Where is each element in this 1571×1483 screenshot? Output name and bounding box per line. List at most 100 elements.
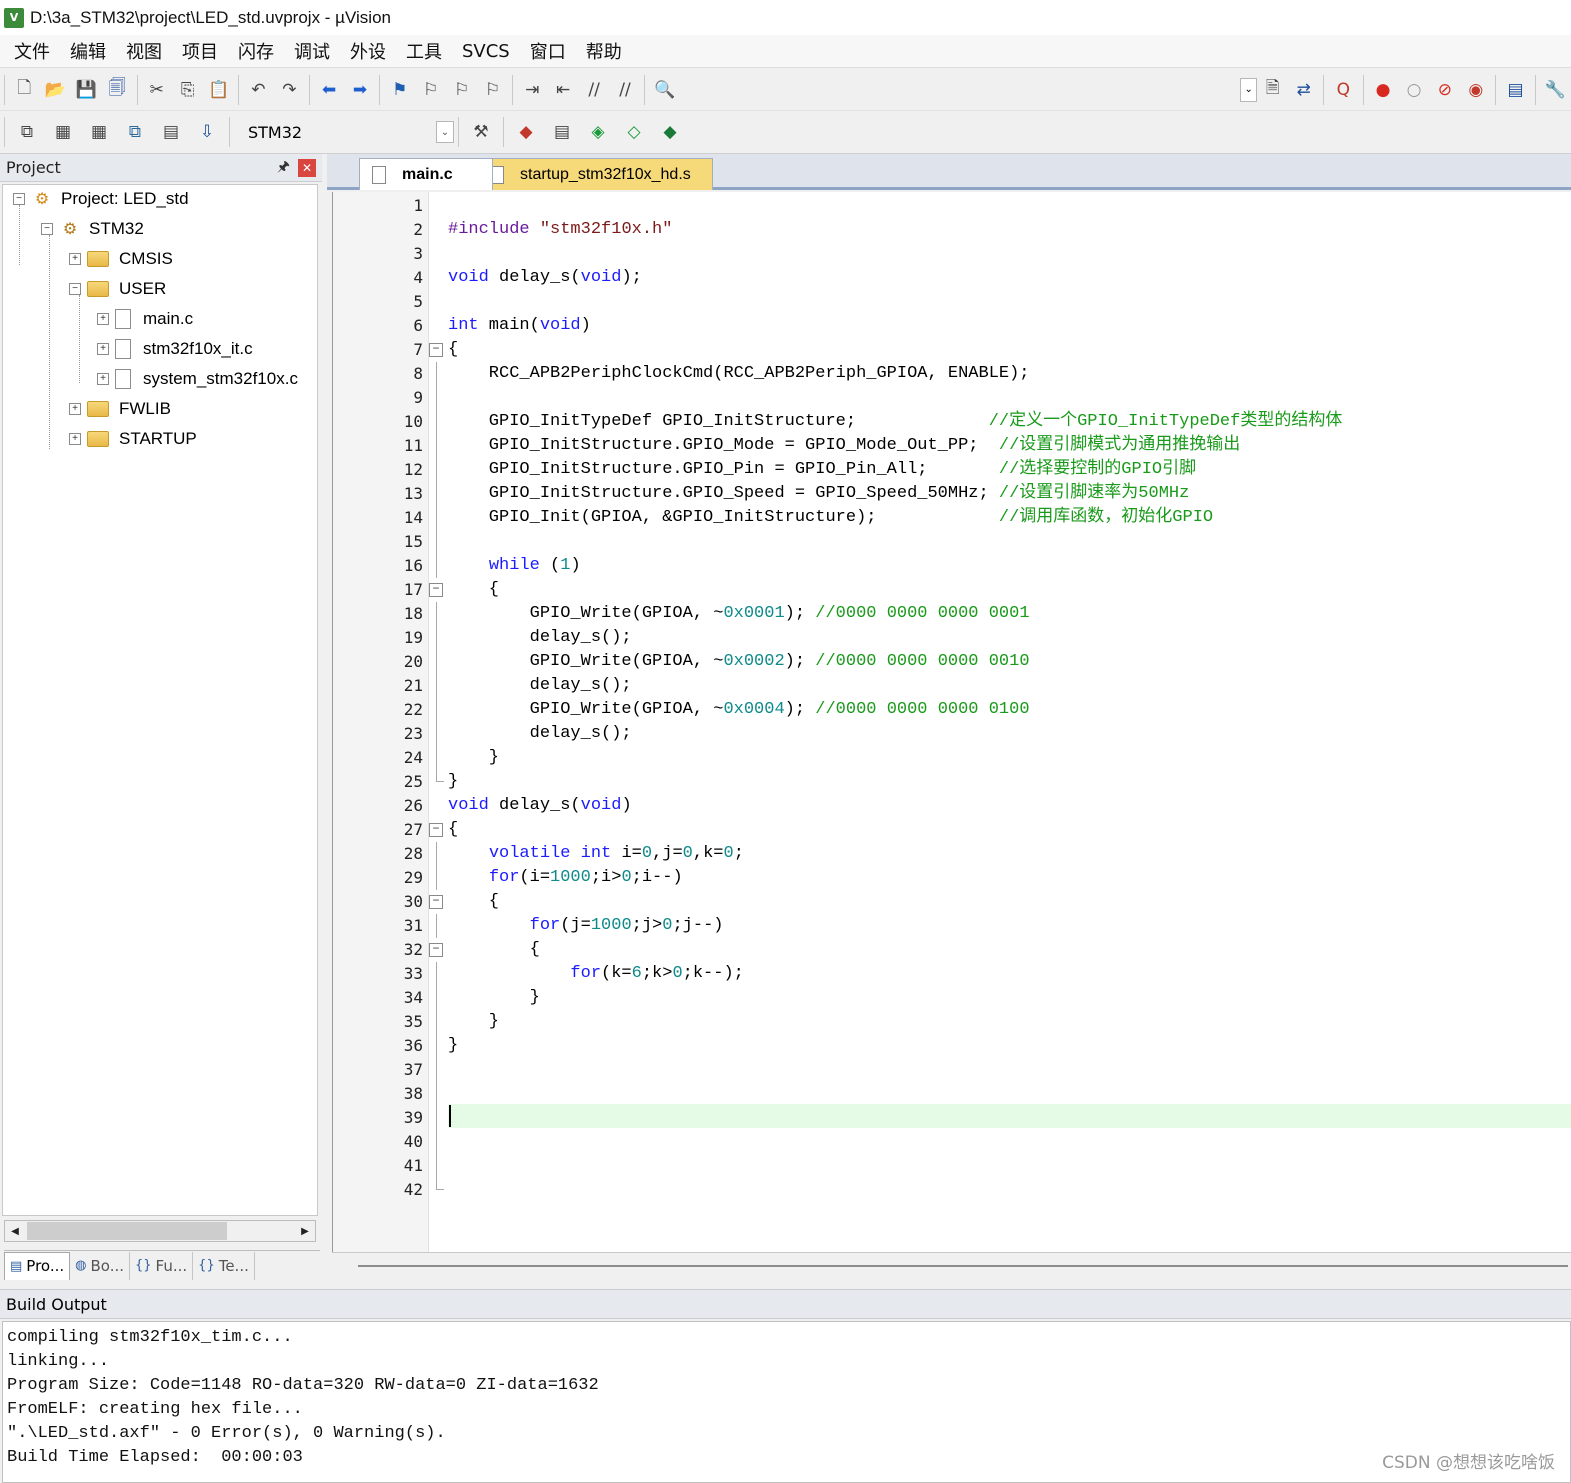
pack-installer-icon[interactable]: ▤ <box>547 117 577 147</box>
tab-startup-file[interactable]: startup_stm32f10x_hd.s <box>477 158 713 190</box>
unindent-icon[interactable]: ⇤ <box>551 75 576 105</box>
expand-icon[interactable]: + <box>69 403 81 415</box>
expand-icon[interactable]: + <box>97 343 109 355</box>
next-bookmark-icon[interactable]: ⚐ <box>449 75 474 105</box>
menu-item[interactable]: 工具 <box>396 38 452 64</box>
panel-tab-0[interactable]: ▤ Pro... <box>4 1251 71 1280</box>
clear-bookmarks-icon[interactable]: ⚐ <box>480 75 505 105</box>
scroll-left-icon[interactable]: ◀ <box>5 1221 25 1241</box>
collapse-icon[interactable]: − <box>69 283 81 295</box>
menu-item[interactable]: 窗口 <box>520 38 576 64</box>
find-dropdown[interactable]: ⌄ <box>1240 77 1258 102</box>
horizontal-scrollbar[interactable]: ◀ ▶ <box>4 1220 316 1242</box>
menu-item[interactable]: 文件 <box>4 38 60 64</box>
redo-icon[interactable]: ↷ <box>277 75 302 105</box>
tree-item-project-led-std[interactable]: − ⚙ Project: LED_std <box>13 185 189 213</box>
select-packs-icon[interactable]: ◈ <box>583 117 613 147</box>
new-file-icon[interactable]: 🗋 <box>12 75 37 105</box>
nav-forward-icon[interactable]: ➡ <box>348 75 373 105</box>
uncomment-icon[interactable]: // <box>613 75 638 105</box>
chevron-down-icon[interactable]: ⌄ <box>436 121 454 143</box>
build-output-log[interactable]: compiling stm32f10x_tim.c... linking... Pr… <box>2 1321 1571 1483</box>
code-line: 22 GPIO_Write(GPIOA, ~0x0004); //0000 00… <box>333 698 1571 722</box>
panel-tab-3[interactable]: {} Te... <box>193 1251 255 1280</box>
collapse-icon[interactable]: − <box>429 343 443 357</box>
collapse-icon[interactable]: − <box>13 193 25 205</box>
tree-item-user[interactable]: − USER <box>69 275 166 303</box>
menu-item[interactable]: 视图 <box>116 38 172 64</box>
expand-icon[interactable]: + <box>69 253 81 265</box>
nav-back-icon[interactable]: ⬅ <box>317 75 342 105</box>
expand-icon[interactable]: + <box>97 313 109 325</box>
expand-icon[interactable]: + <box>69 433 81 445</box>
menu-item[interactable]: 外设 <box>340 38 396 64</box>
cut-icon[interactable]: ✂ <box>144 75 169 105</box>
scroll-track[interactable] <box>358 1265 1568 1267</box>
panel-tab-2[interactable]: {} Fu... <box>130 1251 194 1280</box>
paste-icon[interactable]: 📋 <box>206 75 231 105</box>
open-file-icon[interactable]: 📂 <box>43 75 68 105</box>
close-icon[interactable]: ✕ <box>298 158 316 177</box>
menu-item[interactable]: 项目 <box>172 38 228 64</box>
target-select[interactable]: STM32 ⌄ <box>242 118 454 146</box>
fold-guide <box>436 530 437 554</box>
scroll-thumb[interactable] <box>27 1222 227 1240</box>
debug-find-icon[interactable]: 🗎 <box>1260 75 1285 105</box>
menu-item[interactable]: 闪存 <box>228 38 284 64</box>
kill-breakpoints-icon[interactable]: ⊘ <box>1432 75 1457 105</box>
target-options-icon[interactable]: ⚒ <box>466 117 496 147</box>
find-in-files-icon[interactable]: 🔍 <box>652 75 677 105</box>
tree-item-startup[interactable]: + STARTUP <box>69 425 197 453</box>
line-number: 20 <box>403 652 423 671</box>
load-icon[interactable]: ⇩ <box>192 117 222 147</box>
breakpoint-icon[interactable]: ● <box>1371 75 1396 105</box>
manage-components-icon[interactable]: ◆ <box>511 117 541 147</box>
event-recorder-icon[interactable]: ◇ <box>619 117 649 147</box>
tree-item-cmsis[interactable]: + CMSIS <box>69 245 173 273</box>
panel-tab-1[interactable]: ◍ Bo... <box>70 1251 130 1280</box>
menu-item[interactable]: SVCS <box>452 41 520 62</box>
tree-item-main-c[interactable]: + main.c <box>97 305 193 333</box>
templates-tab-icon: {} <box>198 1258 215 1273</box>
tree-item-fwlib[interactable]: + FWLIB <box>69 395 171 423</box>
collapse-icon[interactable]: − <box>429 895 443 909</box>
tree-item-stm32[interactable]: − ⚙ STM32 <box>41 215 144 243</box>
bookmark-icon[interactable]: ⚑ <box>387 75 412 105</box>
code-text: } <box>448 988 540 1007</box>
batch-build-icon[interactable]: ⧉ <box>120 117 150 147</box>
collapse-icon[interactable]: − <box>429 583 443 597</box>
prev-bookmark-icon[interactable]: ⚐ <box>418 75 443 105</box>
menu-item[interactable]: 帮助 <box>576 38 632 64</box>
stop-build-icon[interactable]: ▤ <box>156 117 186 147</box>
comment-icon[interactable]: // <box>582 75 607 105</box>
expand-icon[interactable]: + <box>97 373 109 385</box>
code-editor[interactable]: 1 2 #include "stm32f10x.h" 3 4 void delay_s(v… <box>332 192 1571 1252</box>
build-icon[interactable]: ▦ <box>48 117 78 147</box>
menu-item[interactable]: 编辑 <box>60 38 116 64</box>
editor-horizontal-scrollbar[interactable] <box>332 1252 1571 1284</box>
tab-main-c[interactable]: main.c <box>359 158 493 190</box>
start-debug-icon[interactable]: Q <box>1331 75 1356 105</box>
scroll-right-icon[interactable]: ▶ <box>295 1221 315 1241</box>
toolbar-separator <box>379 74 381 105</box>
menu-item[interactable]: 调试 <box>284 38 340 64</box>
collapse-icon[interactable]: − <box>41 223 53 235</box>
pin-icon[interactable]: 🖈 <box>277 156 290 180</box>
window-layout-icon[interactable]: ▤ <box>1503 75 1528 105</box>
configure-tools-icon[interactable]: 🔧 <box>1543 75 1568 105</box>
disable-breakpoint-icon[interactable]: ○ <box>1402 75 1427 105</box>
collapse-icon[interactable]: − <box>429 823 443 837</box>
configure-icon[interactable]: ⇄ <box>1291 75 1316 105</box>
collapse-icon[interactable]: − <box>429 943 443 957</box>
save-icon[interactable]: 💾 <box>74 75 99 105</box>
run-time-env-icon[interactable]: ◆ <box>655 117 685 147</box>
rebuild-icon[interactable]: ▦ <box>84 117 114 147</box>
tree-item-system-stm32f10x-c[interactable]: + system_stm32f10x.c <box>97 365 298 393</box>
copy-icon[interactable]: ⎘ <box>175 75 200 105</box>
undo-icon[interactable]: ↶ <box>246 75 271 105</box>
tree-item-stm32f10x-it-c[interactable]: + stm32f10x_it.c <box>97 335 253 363</box>
translate-icon[interactable]: ⧉ <box>12 117 42 147</box>
indent-icon[interactable]: ⇥ <box>520 75 545 105</box>
breakpoint-options-icon[interactable]: ◉ <box>1463 75 1488 105</box>
save-all-icon[interactable]: 🗐 <box>105 75 130 105</box>
